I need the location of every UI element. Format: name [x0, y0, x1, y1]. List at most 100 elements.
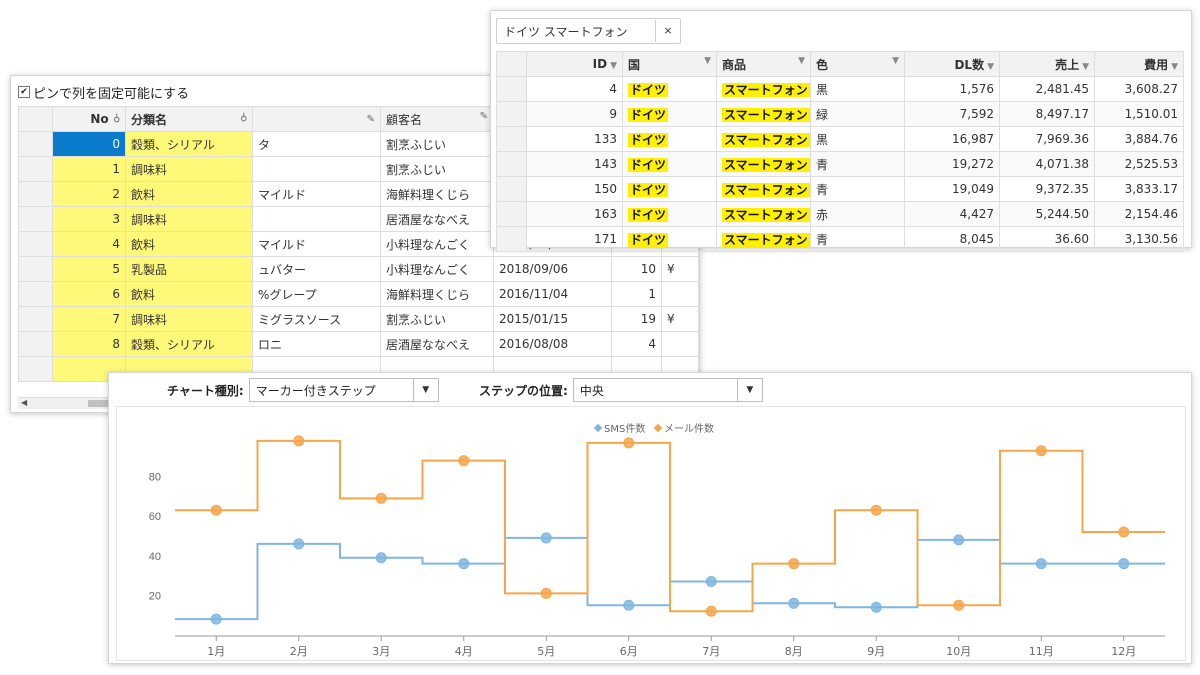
- pencil-icon[interactable]: ✎: [480, 111, 488, 122]
- cell-cost[interactable]: 1,510.01: [1094, 101, 1184, 127]
- cell-product[interactable]: マイルド: [252, 181, 381, 207]
- row-header[interactable]: [18, 131, 53, 157]
- row-header[interactable]: [496, 76, 527, 102]
- cell-color[interactable]: 青: [810, 176, 905, 202]
- table-row[interactable]: 150 ドイツ スマートフォン青 19,049 9,372.35 3,833.17: [496, 176, 1184, 202]
- table-row[interactable]: 143 ドイツ スマートフォン青 19,272 4,071.38 2,525.53: [496, 151, 1184, 177]
- cell-no[interactable]: 2: [52, 181, 126, 207]
- cell-sales[interactable]: 2,481.45: [999, 76, 1095, 102]
- cell-product[interactable]: スマートフォン: [716, 101, 811, 127]
- cell-sales[interactable]: 5,244.50: [999, 201, 1095, 227]
- cell-date[interactable]: 2016/11/04: [493, 281, 612, 307]
- table-row[interactable]: 133 ドイツ スマートフォン黒 16,987 7,969.36 3,884.76: [496, 126, 1184, 152]
- row-header[interactable]: [18, 281, 53, 307]
- table-row[interactable]: 171 ドイツ スマートフォン青 8,045 36.60 3,130.56: [496, 226, 1184, 252]
- table-row[interactable]: 8 穀類、シリアル ロニ 居酒屋ななべえ 2016/08/08 4: [18, 331, 699, 357]
- cell-no[interactable]: 3: [52, 206, 126, 232]
- cell-no[interactable]: 5: [52, 256, 126, 282]
- cell-cost[interactable]: 3,608.27: [1094, 76, 1184, 102]
- header-customer[interactable]: 顧客名 ✎: [380, 106, 494, 132]
- pin-icon[interactable]: ⚲: [240, 111, 247, 122]
- cell-downloads[interactable]: 19,049: [904, 176, 1000, 202]
- cell-no[interactable]: 7: [52, 306, 126, 332]
- header-product[interactable]: ✎: [252, 106, 381, 132]
- cell-category[interactable]: 飲料: [125, 181, 253, 207]
- cell-no[interactable]: 6: [52, 281, 126, 307]
- cell-downloads[interactable]: 19,272: [904, 151, 1000, 177]
- header-color[interactable]: ▼ 色: [810, 51, 905, 77]
- pin-icon[interactable]: ⚲: [113, 112, 120, 123]
- cell-extra[interactable]: [661, 331, 699, 357]
- cell-id[interactable]: 150: [526, 176, 623, 202]
- cell-category[interactable]: 穀類、シリアル: [125, 131, 253, 157]
- row-header[interactable]: [18, 331, 53, 357]
- step-position-select[interactable]: 中央 ▼: [572, 378, 763, 402]
- row-header[interactable]: [496, 151, 527, 177]
- cell-id[interactable]: 4: [526, 76, 623, 102]
- cell-color[interactable]: 赤: [810, 201, 905, 227]
- row-header[interactable]: [18, 231, 53, 257]
- cell-product[interactable]: スマートフォン: [716, 201, 811, 227]
- cell-country[interactable]: ドイツ: [622, 126, 717, 152]
- row-header[interactable]: [18, 181, 53, 207]
- cell-product[interactable]: %グレープ: [252, 281, 381, 307]
- row-header-corner[interactable]: [496, 51, 527, 77]
- cell-extra[interactable]: ¥: [661, 256, 699, 282]
- cell-product[interactable]: スマートフォン: [716, 126, 811, 152]
- cell-downloads[interactable]: 4,427: [904, 201, 1000, 227]
- row-header[interactable]: [18, 306, 53, 332]
- cell-country[interactable]: ドイツ: [622, 176, 717, 202]
- cell-customer[interactable]: 割烹ふじい: [380, 306, 494, 332]
- cell-product[interactable]: スマートフォン: [716, 151, 811, 177]
- filter-icon[interactable]: ▼: [892, 56, 899, 66]
- row-header[interactable]: [18, 256, 53, 282]
- row-header[interactable]: [18, 156, 53, 182]
- row-header[interactable]: [496, 101, 527, 127]
- checkbox-icon[interactable]: ✔: [18, 86, 30, 98]
- header-category[interactable]: 分類名 ⚲: [125, 106, 253, 132]
- cell-no[interactable]: 1: [52, 156, 126, 182]
- cell-sales[interactable]: 8,497.17: [999, 101, 1095, 127]
- filter-icon[interactable]: ▼: [798, 56, 805, 66]
- cell-qty[interactable]: 19: [611, 306, 662, 332]
- cell-country[interactable]: ドイツ: [622, 76, 717, 102]
- cell-sales[interactable]: 7,969.36: [999, 126, 1095, 152]
- cell-category[interactable]: 飲料: [125, 281, 253, 307]
- chevron-down-icon[interactable]: ▼: [736, 379, 762, 401]
- cell-cost[interactable]: 3,130.56: [1094, 226, 1184, 252]
- cell-customer[interactable]: 小料理なんごく: [380, 256, 494, 282]
- cell-product[interactable]: [252, 206, 381, 232]
- table-row[interactable]: 9 ドイツ スマートフォン緑 7,592 8,497.17 1,510.01: [496, 101, 1184, 127]
- header-id[interactable]: ID ▼: [526, 51, 623, 77]
- pencil-icon[interactable]: ✎: [367, 114, 375, 125]
- cell-country[interactable]: ドイツ: [622, 201, 717, 227]
- cell-downloads[interactable]: 8,045: [904, 226, 1000, 252]
- row-header[interactable]: [496, 201, 527, 227]
- cell-product[interactable]: タ: [252, 131, 381, 157]
- cell-customer[interactable]: 居酒屋ななべえ: [380, 206, 494, 232]
- scroll-left-icon[interactable]: ◀: [21, 398, 27, 407]
- cell-product[interactable]: スマートフォン: [716, 226, 811, 252]
- table-row[interactable]: 4 ドイツ スマートフォン黒 1,576 2,481.45 3,608.27: [496, 76, 1184, 102]
- cell-id[interactable]: 9: [526, 101, 623, 127]
- table-row[interactable]: 6 飲料 %グレープ 海鮮料理くじら 2016/11/04 1: [18, 281, 699, 307]
- cell-date[interactable]: 2018/09/06: [493, 256, 612, 282]
- cell-category[interactable]: 調味料: [125, 156, 253, 182]
- cell-product[interactable]: ミグラスソース: [252, 306, 381, 332]
- cell-product[interactable]: ュバター: [252, 256, 381, 282]
- pin-columns-checkbox[interactable]: ✔ ピンで列を固定可能にする: [18, 83, 189, 102]
- header-product[interactable]: ▼ 商品: [716, 51, 811, 77]
- cell-sales[interactable]: 36.60: [999, 226, 1095, 252]
- cell-product[interactable]: マイルド: [252, 231, 381, 257]
- cell-customer[interactable]: 居酒屋ななべえ: [380, 331, 494, 357]
- header-no[interactable]: No ⚲: [52, 106, 126, 132]
- table-row[interactable]: 5 乳製品 ュバター 小料理なんごく 2018/09/06 10 ¥: [18, 256, 699, 282]
- cell-country[interactable]: ドイツ: [622, 101, 717, 127]
- cell-id[interactable]: 163: [526, 201, 623, 227]
- cell-extra[interactable]: [661, 281, 699, 307]
- cell-country[interactable]: ドイツ: [622, 151, 717, 177]
- cell-category[interactable]: 調味料: [125, 306, 253, 332]
- table-row[interactable]: 163 ドイツ スマートフォン赤 4,427 5,244.50 2,154.46: [496, 201, 1184, 227]
- cell-category[interactable]: 穀類、シリアル: [125, 331, 253, 357]
- cell-downloads[interactable]: 16,987: [904, 126, 1000, 152]
